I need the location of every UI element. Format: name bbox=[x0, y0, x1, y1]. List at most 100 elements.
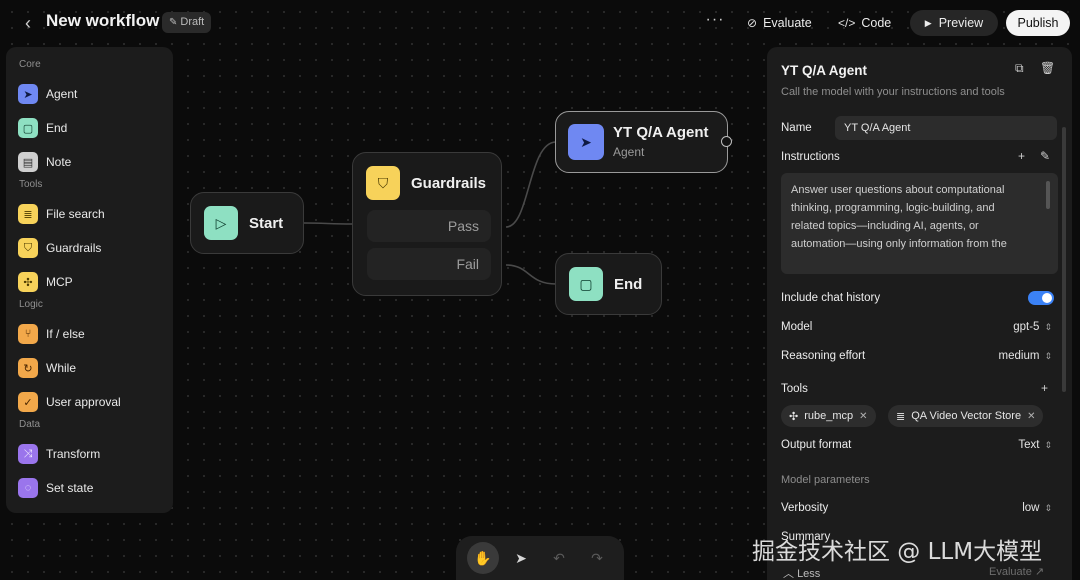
palette-section-core: Core bbox=[19, 59, 41, 70]
palette-item-user-approval[interactable]: ✓ User approval bbox=[6, 385, 173, 419]
palette-item-label: Set state bbox=[46, 481, 94, 495]
node-guardrails-title: Guardrails bbox=[411, 175, 487, 192]
external-link-icon: ↗ bbox=[1034, 566, 1045, 578]
evaluate-button[interactable]: ⊘ Evaluate bbox=[747, 13, 812, 33]
watermark: 掘金技术社区 @ LLM大模型 bbox=[752, 539, 1043, 565]
palette-item-label: End bbox=[46, 121, 68, 135]
play-icon: ▷ bbox=[204, 206, 238, 240]
chevron-up-icon: ︿ bbox=[783, 568, 798, 580]
play-icon: ▶ bbox=[924, 17, 932, 28]
shield-icon: ⛉ bbox=[366, 166, 400, 200]
edge-start-guardrails bbox=[303, 222, 353, 225]
chevron-updown-icon: ⇕ bbox=[1044, 321, 1052, 332]
status-badge: ✎ Draft bbox=[162, 12, 212, 33]
tool-chip-vector-store[interactable]: ≣ QA Video Vector Store ✕ bbox=[888, 405, 1044, 427]
pointer-select-icon[interactable]: ➤ bbox=[505, 542, 537, 574]
chat-history-toggle[interactable] bbox=[1028, 291, 1054, 305]
more-options-icon[interactable]: ··· bbox=[704, 10, 726, 34]
palette-item-guardrails[interactable]: ⛉ Guardrails bbox=[6, 231, 173, 265]
branch-icon: ⑂ bbox=[18, 324, 38, 344]
panel-description: Call the model with your instructions an… bbox=[781, 86, 1005, 98]
palette-item-note[interactable]: ▤ Note bbox=[6, 145, 173, 179]
output-format-label: Output format bbox=[781, 439, 852, 451]
reasoning-select[interactable]: medium ⇕ bbox=[999, 350, 1052, 362]
code-button[interactable]: </> Code bbox=[838, 13, 891, 33]
evaluate-link[interactable]: Evaluate ↗ bbox=[989, 565, 1044, 578]
state-icon: ◌ bbox=[18, 478, 38, 498]
name-field[interactable]: YT Q/A Agent bbox=[835, 116, 1057, 140]
branch-pass[interactable]: Pass bbox=[367, 210, 491, 242]
copy-icon[interactable]: ⧉ bbox=[1015, 61, 1024, 76]
node-agent-subtitle: Agent bbox=[613, 145, 645, 159]
instructions-textarea[interactable]: Answer user questions about computationa… bbox=[781, 173, 1058, 274]
mcp-icon: ✣ bbox=[789, 410, 799, 423]
verbosity-select[interactable]: low ⇕ bbox=[1022, 502, 1052, 514]
palette-item-while[interactable]: ↻ While bbox=[6, 351, 173, 385]
palette-item-label: If / else bbox=[46, 327, 85, 341]
palette-item-label: File search bbox=[46, 207, 105, 221]
instructions-line: thinking, programming, logic-building, a… bbox=[791, 202, 995, 214]
redo-icon[interactable]: ↷ bbox=[581, 542, 613, 574]
textarea-scrollbar[interactable] bbox=[1046, 181, 1050, 209]
palette-item-agent[interactable]: ➤ Agent bbox=[6, 77, 173, 111]
palette-item-transform[interactable]: ⤨ Transform bbox=[6, 437, 173, 471]
loop-icon: ↻ bbox=[18, 358, 38, 378]
status-badge-label: Draft bbox=[180, 16, 205, 28]
instructions-line: Answer user questions about computationa… bbox=[791, 184, 1005, 196]
canvas-toolbar: ✋ ➤ ↶ ↷ bbox=[456, 536, 624, 580]
branch-fail[interactable]: Fail bbox=[367, 248, 491, 280]
palette-item-label: Note bbox=[46, 155, 72, 169]
code-icon: </> bbox=[838, 16, 856, 30]
less-label: Less bbox=[797, 568, 821, 580]
approval-icon: ✓ bbox=[18, 392, 38, 412]
panel-scrollbar[interactable] bbox=[1062, 127, 1066, 392]
palette-item-label: Agent bbox=[46, 87, 78, 101]
palette-item-label: While bbox=[46, 361, 77, 375]
model-parameters-heading: Model parameters bbox=[781, 474, 870, 486]
node-agent[interactable]: ➤ YT Q/A Agent Agent bbox=[555, 111, 732, 173]
palette-item-set-state[interactable]: ◌ Set state bbox=[6, 471, 173, 505]
evaluate-link-label: Evaluate bbox=[989, 566, 1032, 578]
add-tool-icon[interactable]: + bbox=[1041, 381, 1048, 395]
node-end[interactable]: ▢ End bbox=[555, 253, 662, 315]
palette-section-logic: Logic bbox=[19, 299, 43, 310]
add-icon[interactable]: + bbox=[1018, 149, 1025, 163]
publish-button[interactable]: Publish bbox=[1006, 10, 1070, 36]
panel-title: YT Q/A Agent bbox=[781, 63, 867, 78]
inspector-panel: YT Q/A Agent ⧉ 🗑 Call the model with you… bbox=[767, 47, 1072, 580]
verbosity-label: Verbosity bbox=[781, 502, 829, 514]
model-select[interactable]: gpt-5 ⇕ bbox=[1013, 321, 1052, 333]
undo-icon[interactable]: ↶ bbox=[543, 542, 575, 574]
shuffle-icon: ⤨ bbox=[18, 444, 38, 464]
output-format-select[interactable]: Text ⇕ bbox=[1018, 439, 1052, 451]
output-handle[interactable] bbox=[721, 136, 732, 147]
palette-item-mcp[interactable]: ✣ MCP bbox=[6, 265, 173, 299]
palette-item-end[interactable]: ▢ End bbox=[6, 111, 173, 145]
back-chevron-icon[interactable]: ‹ bbox=[18, 12, 38, 34]
node-guardrails[interactable]: ⛉ Guardrails Pass Fail bbox=[352, 152, 502, 296]
tools-label: Tools bbox=[781, 383, 808, 395]
hand-pan-icon[interactable]: ✋ bbox=[467, 542, 499, 574]
tool-chip-rube-mcp[interactable]: ✣ rube_mcp ✕ bbox=[781, 405, 876, 427]
palette-item-file-search[interactable]: ≣ File search bbox=[6, 197, 173, 231]
trash-icon[interactable]: 🗑 bbox=[1040, 61, 1055, 75]
instructions-line: automation—using only information from t… bbox=[791, 238, 1007, 250]
magic-edit-icon[interactable]: ✎ bbox=[1040, 149, 1050, 163]
chat-history-label: Include chat history bbox=[781, 292, 881, 304]
workflow-title[interactable]: New workflow bbox=[46, 11, 159, 31]
palette-item-if-else[interactable]: ⑂ If / else bbox=[6, 317, 173, 351]
chevron-updown-icon: ⇕ bbox=[1044, 439, 1052, 450]
palette-item-label: Guardrails bbox=[46, 241, 102, 255]
reasoning-label: Reasoning effort bbox=[781, 350, 866, 362]
less-toggle[interactable]: ︿ Less bbox=[783, 565, 820, 580]
gauge-icon: ⊘ bbox=[747, 16, 758, 30]
mcp-icon: ✣ bbox=[18, 272, 38, 292]
node-start[interactable]: ▷ Start bbox=[190, 192, 304, 254]
close-icon[interactable]: ✕ bbox=[1027, 411, 1035, 422]
stop-square-icon: ▢ bbox=[18, 118, 38, 138]
close-icon[interactable]: ✕ bbox=[859, 411, 867, 422]
agent-arrow-icon: ➤ bbox=[568, 124, 604, 160]
palette-item-label: User approval bbox=[46, 395, 121, 409]
preview-button[interactable]: ▶ Preview bbox=[910, 10, 998, 36]
edge-fail-end bbox=[505, 264, 557, 285]
